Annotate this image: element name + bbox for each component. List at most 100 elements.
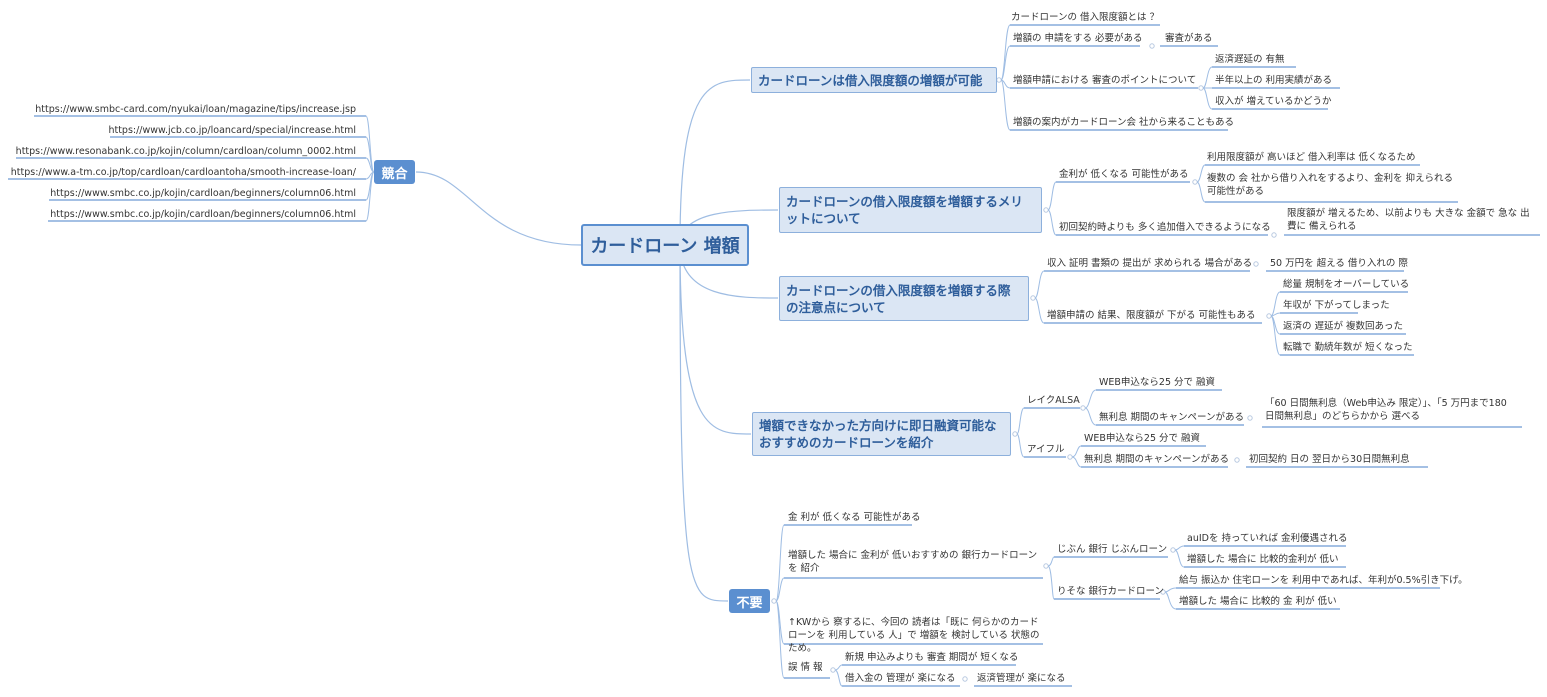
b3-item-3[interactable]: 増額申請の 結果、限度額が 下がる 可能性もある [1047,309,1256,322]
u-item-9[interactable]: ↑KWから 察するに、今回の 読者は「既に 何らかのカードローンを 利用している… [788,616,1043,655]
u-item-7[interactable]: 給与 振込か 住宅ローンを 利用中であれば、年利が0.5%引き下げ。 [1179,574,1468,587]
b1-item-1[interactable]: カードローンの 借入限度額とは ？ [1011,11,1159,24]
connector-33 [1047,181,1057,211]
connector-node [1266,313,1272,319]
connector-node [1030,295,1036,301]
connector-35 [1047,209,1057,236]
connector-node [962,676,968,682]
connector-61 [1084,407,1097,426]
b2-item-1[interactable]: 金利が 低くなる 可能性がある [1059,168,1189,181]
branch-4-topic[interactable]: 増額できなかった方向けに即日融資可能なおすすめのカードローンを紹介 [752,412,1011,456]
connector-64 [1071,445,1082,458]
u-item-2[interactable]: 増額した 場合に 金利が 低いおすすめの 銀行カードローンを 紹介 [788,549,1043,575]
b4-item-6[interactable]: WEB申込なら25 分で 融資 [1084,432,1200,445]
connector-75 [775,600,785,679]
connector-node [996,77,1002,83]
connector-node [1247,415,1253,421]
b2-item-2[interactable]: 利用限度額が 高いほど 借入利率は 低くなるため [1207,151,1416,164]
connector-4 [679,244,729,602]
connector-18 [1000,24,1011,81]
b2-item-3[interactable]: 複数の 会 社から借り入れをするより、金利を 抑えられる 可能性がある [1207,172,1455,198]
connector-0 [679,79,751,246]
b2-item-4[interactable]: 初回契約時よりも 多く追加借入できるようになる [1059,221,1271,234]
connector-91 [834,669,843,687]
b3-item-6[interactable]: 返済の 遅延が 複数回あった [1283,320,1403,333]
b3-item-2[interactable]: 50 万円を 超える 借り入れの 際 [1270,257,1408,270]
competitor-url-2[interactable]: https://www.jcb.co.jp/loancard/special/i… [10,124,356,137]
connector-42 [1034,270,1045,299]
u-item-11[interactable]: 新規 申込みよりも 審査 期間が 短くなる [845,651,1018,664]
connector-node [1192,179,1198,185]
u-item-5[interactable]: 増額した 場合に 比較的金利が 低い [1187,553,1339,566]
connector-81 [1174,545,1185,551]
connector-59 [1084,389,1097,409]
connector-79 [1047,565,1055,600]
b1-item-6[interactable]: 半年以上の 利用実績がある [1215,74,1332,87]
u-item-12[interactable]: 借入金の 管理が 楽になる [845,672,956,685]
connector-node [1149,43,1155,49]
connector-50 [1270,315,1281,356]
connector-node [1012,431,1018,437]
competitors-topic[interactable]: 競合 [374,160,415,184]
connector-87 [1164,591,1177,610]
connector-node [830,667,836,673]
u-item-6[interactable]: りそな 銀行カードローン [1057,585,1164,598]
connector-29 [1202,87,1213,110]
b3-item-1[interactable]: 収入 証明 書類の 提出が 求められる 場合がある [1047,257,1252,270]
connector-node [1271,232,1277,238]
u-item-3[interactable]: じぶん 銀行 じぶんローン [1057,543,1167,556]
b3-item-4[interactable]: 総量 規制をオーバーしている [1283,278,1409,291]
b4-item-4[interactable]: 「60 日間無利息（Web申込み 限定）」、「5 万円まで180 日間無利息」の… [1265,397,1519,423]
b1-item-4[interactable]: 増額申請における 審査のポイントについて [1013,74,1196,87]
connector-39 [1196,181,1206,203]
connector-17 [365,171,375,222]
b4-aiful[interactable]: アイフル [1027,443,1065,456]
b3-item-5[interactable]: 年収が 下がってしまった [1283,299,1390,312]
competitor-url-6[interactable]: https://www.smbc.co.jp/kojin/cardloan/be… [10,208,356,221]
competitor-url-3[interactable]: https://www.resonabank.co.jp/kojin/colum… [10,145,356,158]
connector-83 [1174,549,1185,568]
b1-item-8[interactable]: 増額の案内がカードローン会 社から来ることもある [1013,116,1234,129]
branch-1-topic[interactable]: カードローンは借入限度額の増額が可能 [751,67,997,93]
root-topic[interactable]: カードローン 増額 [581,224,749,266]
connector-node [1080,405,1086,411]
b1-item-2[interactable]: 増額の 申請をする 必要がある [1013,32,1143,45]
b4-item-8[interactable]: 初回契約 日の 翌日から30日間無利息 [1249,453,1410,466]
connector-89 [834,664,843,671]
u-item-13[interactable]: 返済管理が 楽になる [977,672,1066,685]
unneeded-topic[interactable]: 不要 [729,589,770,613]
b4-item-3[interactable]: 無利息 期間のキャンペーンがある [1099,411,1244,424]
connector-66 [1071,456,1082,468]
b4-item-7[interactable]: 無利息 期間のキャンペーンがある [1084,453,1229,466]
u-item-10[interactable]: 誤 情 報 [788,661,823,674]
b1-item-3[interactable]: 審査がある [1165,32,1213,45]
mind-map-canvas: カードローン 増額 競合 https://www.smbc-card.com/n… [0,0,1547,697]
connector-node [1043,207,1049,213]
u-item-8[interactable]: 増額した 場合に 比較的 金 利が 低い [1179,595,1337,608]
connector-node [1043,563,1049,569]
connector-node [1198,85,1204,91]
connector-3 [679,244,752,435]
b4-item-2[interactable]: WEB申込なら25 分で 融資 [1099,376,1215,389]
b1-item-5[interactable]: 返済遅延の 有無 [1215,53,1285,66]
branch-2-topic[interactable]: カードローンの借入限度額を増額するメリットについて [779,187,1042,233]
connector-node [771,598,777,604]
b3-item-7[interactable]: 転職で 勤続年数が 短くなった [1283,341,1413,354]
b4-lake-alsa[interactable]: レイクALSA [1027,394,1080,407]
branch-3-topic[interactable]: カードローンの借入限度額を増額する際の注意点について [779,276,1029,321]
connector-44 [1034,297,1045,324]
competitor-url-1[interactable]: https://www.smbc-card.com/nyukai/loan/ma… [10,103,356,116]
connector-47 [1270,291,1281,317]
connector-node [1253,261,1259,267]
u-item-4[interactable]: auIDを 持っていれば 金利優遇される [1187,532,1348,545]
connector-37 [1196,164,1206,183]
connector-node [1170,547,1176,553]
competitor-url-5[interactable]: https://www.smbc.co.jp/kojin/cardloan/be… [10,187,356,200]
connector-57 [1016,433,1025,458]
b1-item-7[interactable]: 収入が 増えているかどうか [1215,95,1332,108]
connector-node [1234,457,1240,463]
competitor-url-4[interactable]: https://www.a-tm.co.jp/top/cardloan/card… [10,166,356,179]
b2-item-5[interactable]: 限度額が 増えるため、以前よりも 大きな 金額で 急な 出費に 備えられる [1287,207,1537,233]
connector-85 [1164,587,1177,593]
u-item-1[interactable]: 金 利が 低くなる 可能性がある [788,511,921,524]
